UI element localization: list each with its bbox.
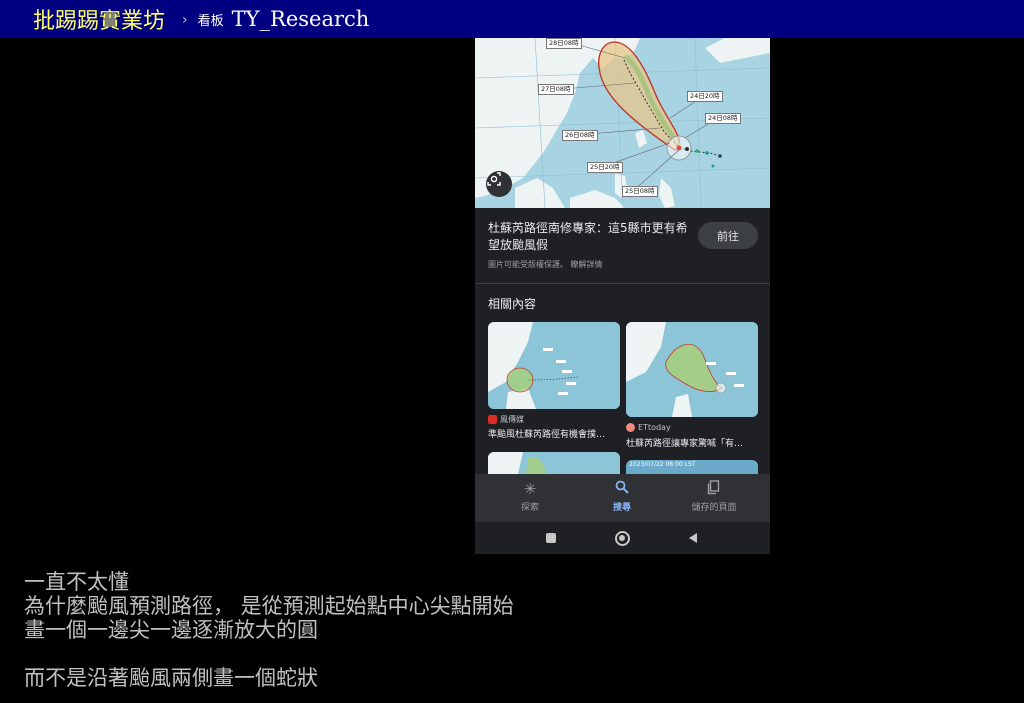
related-card-image[interactable] [626, 322, 758, 417]
post-content: 一直不太懂 為什麼颱風預測路徑， 是從預測起始點中心尖點開始 畫一個一邊尖一邊逐… [24, 570, 924, 690]
map-time-label: 25日20時 [587, 162, 623, 173]
home-button[interactable] [614, 530, 630, 546]
map-time-label: 24日08時 [705, 113, 741, 124]
card-title[interactable]: 準颱風杜蘇芮路徑有機會撲… [488, 427, 620, 440]
nav-explore[interactable]: ✳ 探索 [485, 480, 575, 513]
lens-button[interactable] [486, 171, 512, 197]
map-time-label: 26日08時 [562, 130, 598, 141]
card-source-name: 風傳媒 [500, 415, 524, 424]
card-image-caption: 2023/07/22 08:00 LST [629, 461, 696, 468]
board-name-link[interactable]: TY_Research [232, 7, 370, 31]
source-logo-icon [488, 415, 497, 424]
post-line: 一直不太懂 [24, 570, 129, 594]
post-line: 畫一個一邊尖一邊逐漸放大的圓 [24, 618, 318, 642]
camera-lens-icon [487, 172, 501, 186]
nav-label: 儲存的頁面 [691, 503, 737, 513]
asterisk-icon: ✳ [523, 480, 537, 498]
related-card-image[interactable] [488, 322, 620, 409]
circle-icon [614, 530, 630, 546]
bottom-navigation: ✳ 探索 搜尋 儲存的頁面 [475, 474, 770, 522]
back-button[interactable] [685, 530, 701, 546]
square-icon [546, 533, 556, 543]
nav-search[interactable]: 搜尋 [577, 480, 667, 513]
nav-label: 搜尋 [612, 503, 631, 513]
related-card-image[interactable]: 2023/07/22 08:00 LST [626, 460, 758, 474]
source-logo-icon [626, 423, 635, 432]
saved-pages-icon [669, 480, 759, 498]
breadcrumb-separator: › [182, 12, 188, 28]
site-logo-link[interactable]: 批踢踢實業坊 [33, 3, 165, 35]
post-line: 為什麼颱風預測路徑， 是從預測起始點中心尖點開始 [24, 594, 514, 618]
nav-saved-pages[interactable]: 儲存的頁面 [669, 480, 759, 513]
embedded-screenshot: 28日08時 27日08時 24日20時 24日08時 26日08時 25日20… [475, 38, 770, 554]
typhoon-map-image: 28日08時 27日08時 24日20時 24日08時 26日08時 25日20… [475, 38, 770, 208]
related-heading: 相關內容 [488, 297, 537, 311]
nav-label: 探索 [520, 503, 539, 513]
card-title[interactable]: 杜蘇芮路徑讓專家驚喊「有… [626, 436, 758, 449]
recents-button[interactable] [543, 530, 559, 546]
post-line: 而不是沿著颱風兩側畫一個蛇狀 [24, 666, 318, 690]
related-card-image[interactable] [488, 452, 620, 474]
divider [475, 283, 770, 284]
triangle-back-icon [689, 533, 697, 543]
card-source: 風傳媒 [488, 414, 524, 425]
search-icon [577, 480, 667, 498]
map-time-label: 28日08時 [546, 38, 582, 49]
copyright-note: 圖片可能受版權保護。 瞭解詳情 [488, 260, 603, 269]
card-source-name: ETtoday [638, 423, 671, 432]
go-button[interactable]: 前往 [698, 222, 758, 249]
map-time-label: 25日08時 [622, 186, 658, 197]
map-time-label: 27日08時 [538, 84, 574, 95]
post-blank-line [24, 642, 924, 666]
card-source: ETtoday [626, 423, 671, 432]
top-bar: 批踢踢實業坊 › 看板 TY_Research [0, 0, 1024, 38]
map-time-label: 24日20時 [687, 91, 723, 102]
android-system-bar [475, 522, 770, 554]
board-label: 看板 [197, 13, 224, 29]
result-title[interactable]: 杜蘇芮路徑南修專家：這5縣市更有希望放颱風假 [488, 220, 688, 254]
